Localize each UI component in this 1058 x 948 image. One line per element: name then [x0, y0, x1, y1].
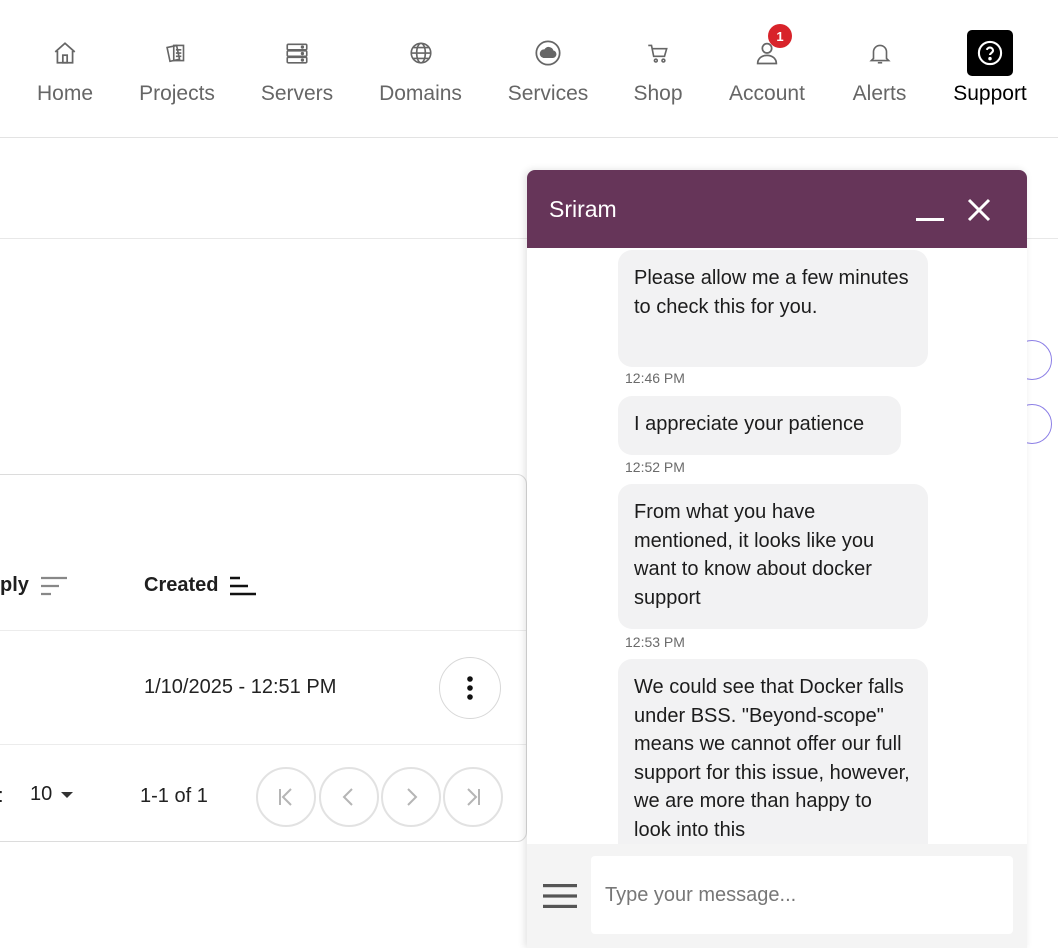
cloud-icon	[525, 30, 571, 76]
column-header-label: ply	[0, 574, 29, 596]
hamburger-icon	[543, 884, 577, 908]
close-icon	[967, 198, 991, 222]
cart-icon	[635, 30, 681, 76]
more-vertical-icon	[467, 676, 473, 700]
last-page-button[interactable]	[443, 767, 503, 827]
first-page-icon	[279, 788, 292, 806]
rows-per-page-select[interactable]: 10	[30, 783, 74, 806]
caret-down-icon	[61, 791, 74, 798]
rows-per-page-label: :	[0, 785, 4, 808]
nav-item-projects[interactable]: Projects	[134, 30, 220, 116]
projects-icon	[154, 30, 200, 76]
nav-label: Alerts	[852, 82, 907, 105]
top-navigation: Home Projects Servers Domains Services S…	[0, 0, 1058, 138]
nav-item-support[interactable]: Support	[947, 30, 1033, 116]
chat-header: Sriram	[527, 170, 1027, 248]
minimize-icon	[916, 218, 944, 221]
rows-per-page-value: 10	[30, 783, 53, 805]
nav-label: Account	[729, 82, 805, 105]
table-divider	[0, 630, 526, 631]
chat-widget: Sriram Please allow me a few minutes to …	[527, 170, 1027, 948]
agent-message: Please allow me a few minutes to check t…	[618, 250, 928, 367]
nav-label: Support	[953, 82, 1027, 105]
column-header-created[interactable]: Created	[144, 574, 258, 597]
chat-menu-button[interactable]	[541, 879, 579, 913]
nav-item-shop[interactable]: Shop	[630, 30, 686, 116]
nav-label: Home	[36, 82, 94, 105]
chevron-right-icon	[407, 788, 418, 806]
sort-icon	[40, 576, 67, 595]
nav-label: Domains	[379, 82, 462, 105]
chat-message-input[interactable]	[591, 856, 1013, 934]
nav-item-servers[interactable]: Servers	[257, 30, 337, 116]
row-actions-button[interactable]	[439, 657, 501, 719]
chat-agent-name: Sriram	[549, 196, 617, 222]
question-icon	[967, 30, 1013, 76]
next-page-button[interactable]	[381, 767, 441, 827]
agent-message: I appreciate your patience	[618, 396, 901, 455]
pagination-range: 1-1 of 1	[140, 785, 208, 807]
nav-item-services[interactable]: Services	[503, 30, 593, 116]
created-date-cell: 1/10/2025 - 12:51 PM	[144, 676, 337, 698]
user-icon: 1	[744, 24, 792, 76]
message-timestamp: 12:46 PM	[625, 370, 685, 386]
nav-label: Shop	[633, 82, 683, 105]
nav-item-domains[interactable]: Domains	[375, 30, 466, 116]
chat-composer	[527, 844, 1027, 948]
chat-message-list[interactable]: Please allow me a few minutes to check t…	[527, 248, 1027, 844]
nav-label: Servers	[260, 82, 334, 105]
chevron-left-icon	[342, 788, 353, 806]
minimize-chat-button[interactable]	[912, 192, 948, 228]
bell-icon	[857, 30, 903, 76]
nav-item-account[interactable]: 1 Account	[723, 24, 811, 116]
message-timestamp: 12:53 PM	[625, 634, 685, 650]
agent-message: We could see that Docker falls under BSS…	[618, 659, 928, 844]
nav-label: Projects	[139, 82, 215, 105]
previous-page-button[interactable]	[319, 767, 379, 827]
close-chat-button[interactable]	[961, 192, 997, 228]
servers-icon	[274, 30, 320, 76]
last-page-icon	[467, 788, 480, 806]
first-page-button[interactable]	[256, 767, 316, 827]
nav-label: Services	[507, 82, 589, 105]
home-icon	[42, 30, 88, 76]
nav-item-alerts[interactable]: Alerts	[848, 30, 911, 116]
globe-icon	[398, 30, 444, 76]
notification-badge: 1	[768, 24, 792, 48]
column-header-apply[interactable]: ply	[0, 574, 69, 597]
column-header-label: Created	[144, 574, 219, 596]
table-divider	[0, 744, 526, 745]
sort-ascending-icon	[230, 576, 257, 595]
nav-item-home[interactable]: Home	[34, 30, 96, 116]
agent-message: From what you have mentioned, it looks l…	[618, 484, 928, 629]
message-timestamp: 12:52 PM	[625, 459, 685, 475]
